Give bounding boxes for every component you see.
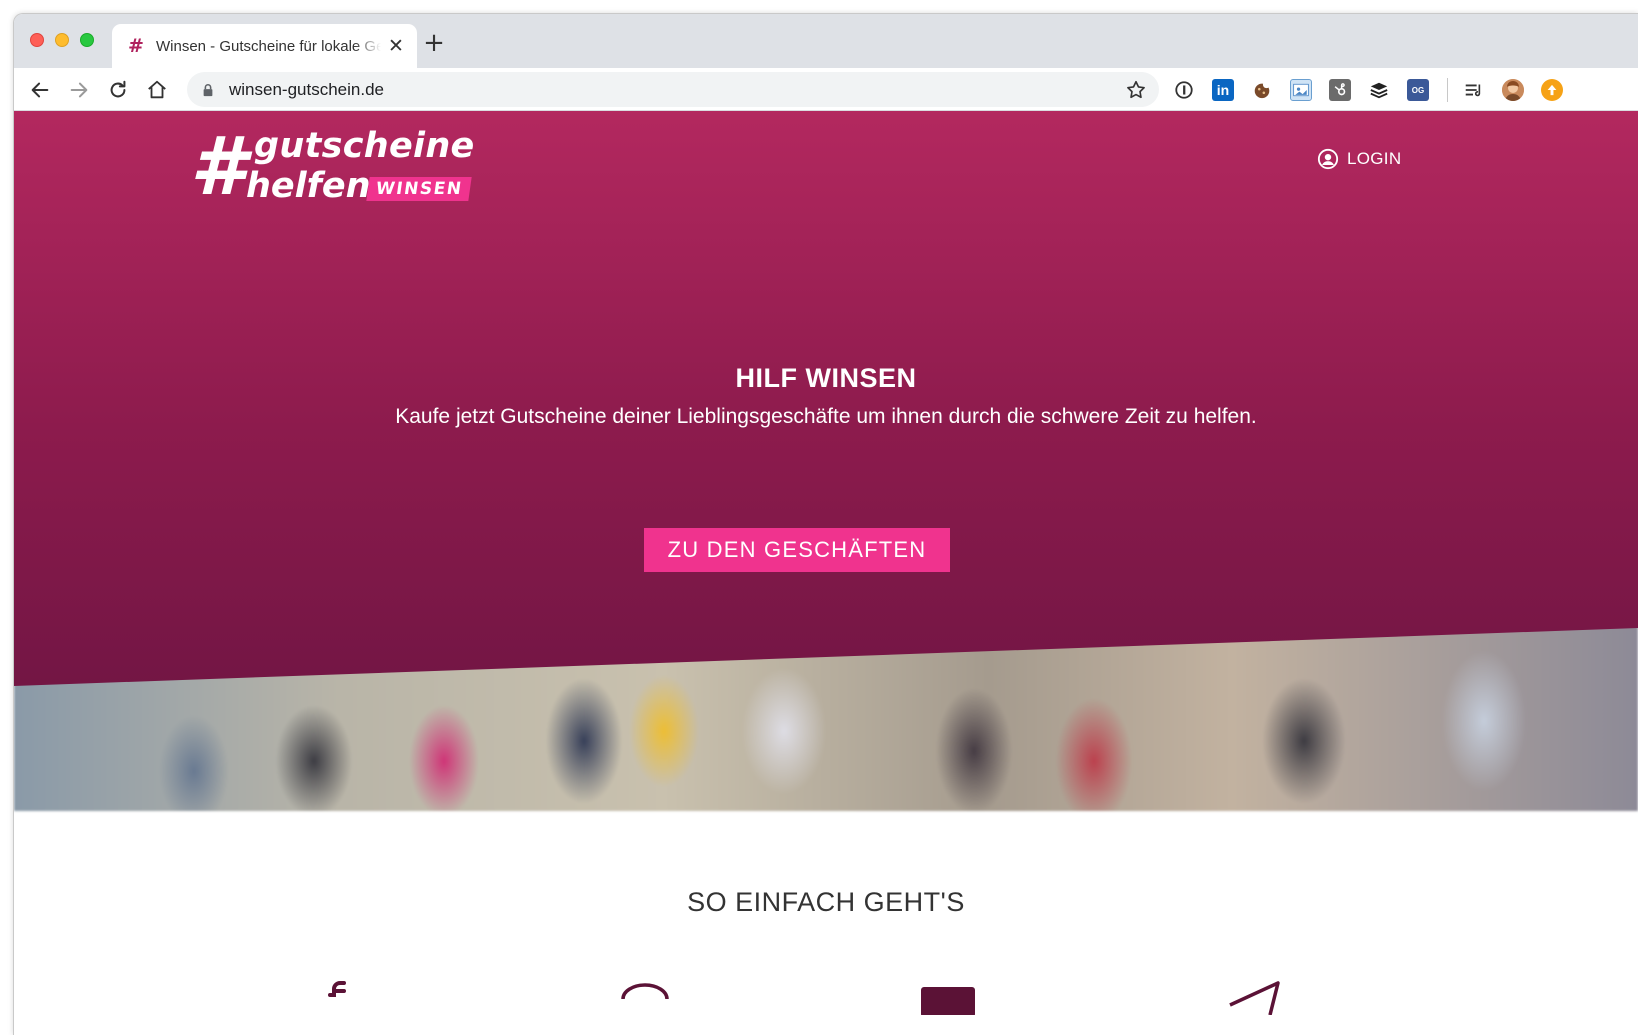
user-circle-icon [1317, 148, 1339, 170]
arrow-right-icon [70, 82, 88, 98]
logo-badge-winsen: WINSEN [366, 177, 473, 201]
buffer-icon[interactable] [1368, 79, 1390, 101]
linkedin-label: in [1216, 82, 1230, 98]
how-it-works-title: SO EINFACH GEHT'S [687, 887, 965, 917]
hero-subtitle: Kaufe jetzt Gutscheine deiner Lieblingsg… [395, 405, 1257, 428]
web-page: # gutscheine helfen WINSEN LOGIN HILF WI… [14, 111, 1638, 1035]
profile-avatar[interactable] [1502, 79, 1524, 101]
minimize-window-button[interactable] [55, 33, 69, 47]
url-text[interactable]: winsen-gutschein.de [229, 80, 384, 100]
reading-list-icon[interactable] [1462, 79, 1484, 101]
bookmark-star-icon[interactable] [1125, 79, 1147, 101]
update-icon[interactable] [1541, 79, 1563, 101]
browser-tab[interactable]: # Winsen - Gutscheine für lokale Geschäf… [112, 24, 417, 68]
reload-icon [110, 80, 126, 98]
og-icon[interactable]: OG [1407, 79, 1429, 101]
linkedin-icon[interactable]: in [1212, 79, 1234, 101]
login-link[interactable]: LOGIN [1317, 148, 1401, 170]
hero-title: HILF WINSEN [735, 363, 917, 393]
browser-toolbar: winsen-gutschein.de in OG [14, 68, 1638, 111]
facebook-icon [328, 981, 346, 997]
image-ext-icon[interactable] [1290, 79, 1312, 101]
site-logo[interactable]: # gutscheine helfen WINSEN [190, 121, 474, 207]
toolbar-separator [1447, 78, 1448, 102]
hubspot-icon[interactable] [1329, 79, 1351, 101]
tab-strip: # Winsen - Gutscheine für lokale Geschäf… [14, 14, 1638, 68]
paper-plane-icon [1229, 981, 1280, 1015]
back-button[interactable] [26, 76, 54, 104]
og-label: OG [1411, 85, 1425, 95]
home-button[interactable] [143, 76, 171, 104]
forward-button[interactable] [65, 76, 93, 104]
address-bar[interactable]: winsen-gutschein.de [187, 72, 1159, 107]
cookie-icon[interactable] [1251, 79, 1273, 101]
logo-text-helfen: helfen [246, 166, 371, 206]
home-icon [148, 80, 166, 99]
tab-title: Winsen - Gutscheine für lokale Geschäfte [156, 37, 381, 55]
shops-cta-button[interactable]: ZU DEN GESCHÄFTEN [644, 528, 950, 572]
logo-text-gutscheine: gutscheine [254, 126, 475, 166]
reload-button[interactable] [104, 76, 132, 104]
logo-hash: # [190, 120, 246, 213]
credit-card-icon [921, 987, 975, 1015]
browser-window: # Winsen - Gutscheine für lokale Geschäf… [13, 13, 1638, 1035]
maximize-window-button[interactable] [80, 33, 94, 47]
new-tab-button[interactable]: + [417, 26, 451, 60]
1password-icon[interactable] [1173, 79, 1195, 101]
arrow-left-icon [31, 82, 49, 98]
chat-bubble-icon [621, 983, 669, 1000]
lock-icon[interactable] [201, 82, 217, 98]
close-window-button[interactable] [30, 33, 44, 47]
tab-close-icon[interactable]: ✕ [387, 37, 405, 56]
login-label: LOGIN [1347, 149, 1402, 168]
hash-favicon-icon: # [128, 35, 144, 57]
